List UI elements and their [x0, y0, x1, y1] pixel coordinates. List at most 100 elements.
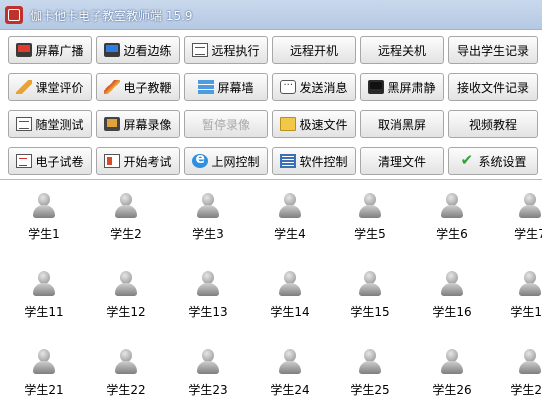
monitor-red-icon [16, 43, 33, 57]
student-tile[interactable]: 学生11 [4, 263, 84, 333]
student-avatar-icon [439, 349, 465, 375]
screen-record-button[interactable]: 屏幕录像 [96, 110, 180, 138]
internet-control-button[interactable]: 上网控制 [184, 147, 268, 175]
pen-icon [104, 80, 121, 94]
student-name: 学生26 [432, 383, 472, 397]
student-grid: 学生1 学生2 学生3 学生4 学生5 学生6 学生7 学生11 学生12 学生… [0, 181, 542, 411]
student-tile[interactable]: 学生24 [250, 341, 330, 411]
student-tile[interactable]: 学生3 [168, 185, 248, 255]
video-icon [104, 117, 121, 131]
electronic-pointer-button[interactable]: 电子教鞭 [96, 73, 180, 101]
student-name: 学生22 [106, 383, 146, 397]
button-label: 开始考试 [123, 154, 172, 169]
student-name: 学生23 [188, 383, 228, 397]
button-label: 清理文件 [377, 154, 426, 169]
student-tile[interactable]: 学生21 [4, 341, 84, 411]
student-avatar-icon [357, 271, 383, 297]
student-name: 学生12 [106, 305, 146, 319]
remote-power-on-button[interactable]: 远程开机 [272, 36, 356, 64]
software-control-button[interactable]: 软件控制 [272, 147, 356, 175]
student-avatar-icon [357, 349, 383, 375]
system-settings-button[interactable]: 系统设置 [448, 147, 538, 175]
screen-wall-button[interactable]: 屏幕墙 [184, 73, 268, 101]
student-tile[interactable]: 学生22 [86, 341, 166, 411]
cancel-black-screen-button[interactable]: 取消黑屏 [360, 110, 444, 138]
screen-broadcast-button[interactable]: 屏幕广播 [8, 36, 92, 64]
student-tile[interactable]: 学生12 [86, 263, 166, 333]
button-label: 电子教鞭 [123, 80, 172, 95]
student-tile[interactable]: 学生25 [330, 341, 410, 411]
button-label: 上网控制 [211, 154, 260, 169]
student-avatar-icon [439, 193, 465, 219]
button-label: 接收文件记录 [456, 80, 529, 95]
student-tile[interactable]: 学生2 [86, 185, 166, 255]
button-label: 系统设置 [478, 154, 527, 169]
remote-shutdown-button[interactable]: 远程关机 [360, 36, 444, 64]
book-icon [104, 154, 121, 168]
button-label: 课堂评价 [35, 80, 84, 95]
student-tile[interactable]: 学生4 [250, 185, 330, 255]
class-evaluation-button[interactable]: 课堂评价 [8, 73, 92, 101]
student-avatar-icon [277, 271, 303, 297]
pencil-icon [16, 80, 33, 94]
student-tile[interactable]: 学生14 [250, 263, 330, 333]
toolbar: 屏幕广播 边看边练 远程执行 远程开机 远程关机 导出学生记录 课堂评价 电子教… [0, 30, 542, 180]
button-label: 极速文件 [299, 117, 348, 132]
button-label: 远程关机 [377, 43, 426, 58]
received-files-record-button[interactable]: 接收文件记录 [448, 73, 538, 101]
clean-files-button[interactable]: 清理文件 [360, 147, 444, 175]
student-tile[interactable]: 学生23 [168, 341, 248, 411]
student-tile[interactable]: 学生16 [412, 263, 492, 333]
button-label: 屏幕墙 [217, 80, 254, 95]
student-avatar-icon [113, 193, 139, 219]
remote-execute-button[interactable]: 远程执行 [184, 36, 268, 64]
video-tutorial-button[interactable]: 视频教程 [448, 110, 538, 138]
student-tile[interactable]: 学生6 [412, 185, 492, 255]
electronic-exam-paper-button[interactable]: 电子试卷 [8, 147, 92, 175]
student-avatar-icon [31, 193, 57, 219]
black-screen-silence-button[interactable]: 黑屏肃静 [360, 73, 444, 101]
student-name: 学生5 [354, 227, 386, 241]
button-label: 远程执行 [211, 43, 260, 58]
export-student-records-button[interactable]: 导出学生记录 [448, 36, 538, 64]
quiz-button[interactable]: 随堂测试 [8, 110, 92, 138]
student-avatar-icon [439, 271, 465, 297]
student-name: 学生17 [510, 305, 542, 319]
watch-and-practice-button[interactable]: 边看边练 [96, 36, 180, 64]
student-tile[interactable]: 学生7 [490, 185, 542, 255]
student-avatar-icon [113, 271, 139, 297]
student-tile[interactable]: 学生13 [168, 263, 248, 333]
check-icon [459, 151, 475, 169]
student-avatar-icon [113, 349, 139, 375]
student-name: 学生4 [274, 227, 306, 241]
button-label: 屏幕广播 [35, 43, 84, 58]
ie-icon [192, 151, 209, 168]
student-tile[interactable]: 学生27 [490, 341, 542, 411]
student-avatar-icon [277, 193, 303, 219]
app-logo-icon [5, 6, 23, 24]
button-label: 导出学生记录 [456, 43, 529, 58]
pause-recording-button[interactable]: 暂停录像 [184, 110, 268, 138]
button-label: 取消黑屏 [377, 117, 426, 132]
button-label: 发送消息 [299, 80, 348, 95]
button-label: 软件控制 [299, 154, 348, 169]
student-avatar-icon [517, 349, 542, 375]
student-tile[interactable]: 学生26 [412, 341, 492, 411]
student-avatar-icon [195, 349, 221, 375]
student-avatar-icon [277, 349, 303, 375]
student-tile[interactable]: 学生15 [330, 263, 410, 333]
student-name: 学生25 [350, 383, 390, 397]
send-message-button[interactable]: 发送消息 [272, 73, 356, 101]
student-avatar-icon [517, 271, 542, 297]
student-name: 学生7 [514, 227, 542, 241]
student-name: 学生2 [110, 227, 142, 241]
student-tile[interactable]: 学生17 [490, 263, 542, 333]
start-exam-button[interactable]: 开始考试 [96, 147, 180, 175]
student-tile[interactable]: 学生1 [4, 185, 84, 255]
monitor-blue-icon [104, 43, 121, 57]
student-tile[interactable]: 学生5 [330, 185, 410, 255]
wall-icon [198, 80, 215, 94]
fast-file-button[interactable]: 极速文件 [272, 110, 356, 138]
student-name: 学生3 [192, 227, 224, 241]
student-avatar-icon [31, 271, 57, 297]
